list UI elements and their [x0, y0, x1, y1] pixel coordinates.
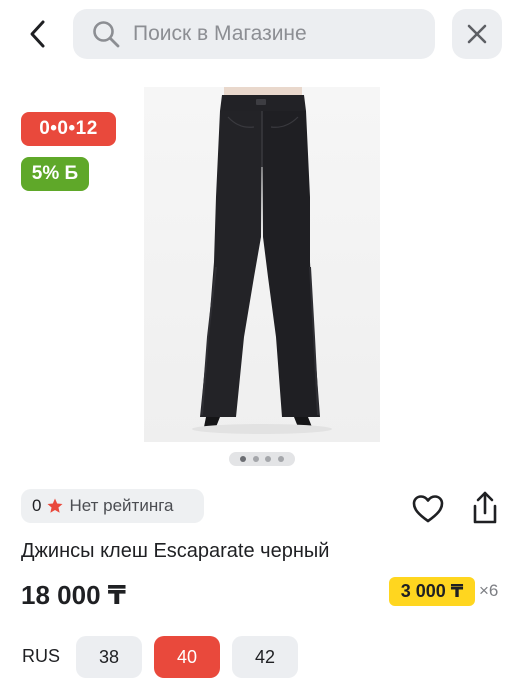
product-image[interactable]: [144, 87, 380, 442]
size-system-label: RUS: [22, 646, 61, 666]
installment-price[interactable]: 3 000 ₸: [389, 577, 475, 606]
carousel-dot[interactable]: [278, 456, 285, 462]
carousel-dot[interactable]: [252, 456, 259, 462]
installment-months: ×6: [479, 581, 499, 600]
carousel-dot[interactable]: [265, 456, 272, 462]
search-input[interactable]: Поиск в Магазине: [73, 9, 435, 59]
favorite-button[interactable]: [410, 491, 446, 527]
back-arrow-icon: [30, 20, 45, 48]
rating-pill[interactable]: 0 Нет рейтинга: [21, 489, 204, 523]
size-option-38[interactable]: 38: [76, 636, 142, 678]
heart-icon: [412, 495, 444, 523]
star-icon: [47, 498, 63, 513]
product-title: Джинсы клеш Escaparate черный: [21, 540, 330, 562]
installment-badge: 0•0•12: [21, 112, 116, 146]
close-button[interactable]: [452, 9, 502, 59]
carousel-dot[interactable]: [239, 456, 246, 462]
bonus-badge: 5% Б: [21, 157, 89, 191]
product-page: Поиск в Магазине 0•0•12 5% Б 0 Нет рейти…: [0, 0, 524, 699]
product-price: 18 000 ₸: [21, 580, 126, 610]
close-icon: [467, 24, 487, 44]
back-button[interactable]: [16, 14, 60, 54]
rating-count: 0: [32, 496, 42, 515]
share-button[interactable]: [467, 489, 503, 527]
size-option-40[interactable]: 40: [154, 636, 220, 678]
jeans-image: [192, 87, 332, 434]
share-icon: [473, 491, 497, 524]
rating-label: Нет рейтинга: [69, 496, 174, 515]
search-placeholder: Поиск в Магазине: [133, 22, 307, 45]
size-option-42[interactable]: 42: [232, 636, 298, 678]
image-carousel-indicator[interactable]: [229, 452, 295, 466]
search-icon: [93, 21, 120, 48]
